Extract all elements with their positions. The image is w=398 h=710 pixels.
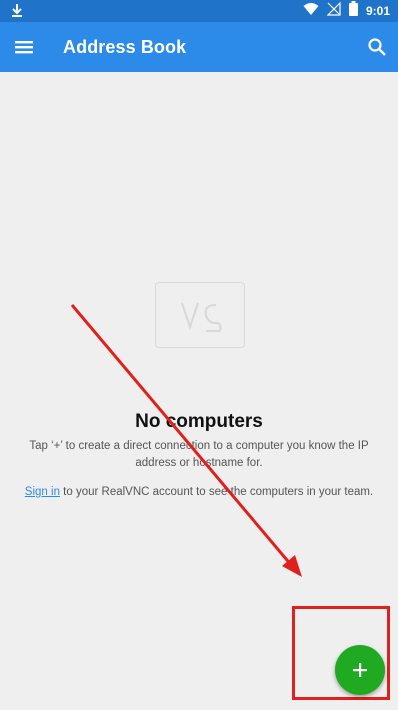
plus-icon [353, 663, 367, 677]
app-bar: Address Book [0, 22, 398, 72]
battery-icon [348, 1, 358, 21]
address-book-screen: 9:01 Address Book No computers Tap ‘+’ t… [0, 0, 398, 710]
status-time: 9:01 [365, 4, 390, 18]
watermark-box [155, 282, 245, 348]
signin-prompt: Sign in to your RealVNC account to see t… [0, 484, 398, 501]
watermark-logo [130, 282, 280, 372]
status-bar: 9:01 [0, 0, 398, 22]
hamburger-menu-icon[interactable] [12, 35, 36, 59]
signal-off-icon [326, 1, 341, 21]
empty-state-description: Tap ‘+’ to create a direct connection to… [29, 440, 369, 469]
status-icons: 9:01 [303, 1, 390, 21]
download-icon [8, 2, 26, 20]
page-title: Address Book [63, 37, 187, 57]
wifi-icon [303, 2, 319, 21]
signin-suffix: to your RealVNC account to see the compu… [59, 486, 374, 498]
add-computer-button[interactable] [335, 645, 385, 695]
sign-in-link[interactable]: Sign in [25, 486, 60, 498]
search-icon[interactable] [364, 34, 390, 60]
annotation-arrow-head [282, 555, 302, 577]
empty-state: No computers Tap ‘+’ to create a direct … [0, 410, 398, 501]
empty-state-title: No computers [135, 411, 263, 432]
